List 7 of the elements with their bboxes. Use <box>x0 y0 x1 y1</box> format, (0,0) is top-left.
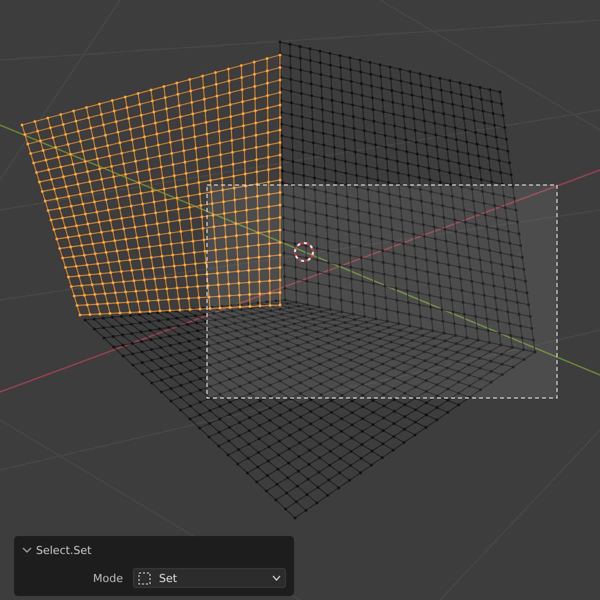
3d-cursor-icon <box>294 242 314 262</box>
field-label: Mode <box>93 572 123 584</box>
mode-dropdown[interactable]: Set <box>133 568 286 588</box>
box-select-icon <box>138 572 151 584</box>
chevron-down-icon <box>272 575 281 581</box>
chevron-down-icon[interactable] <box>22 545 32 555</box>
panel-title: Select.Set <box>36 544 92 556</box>
